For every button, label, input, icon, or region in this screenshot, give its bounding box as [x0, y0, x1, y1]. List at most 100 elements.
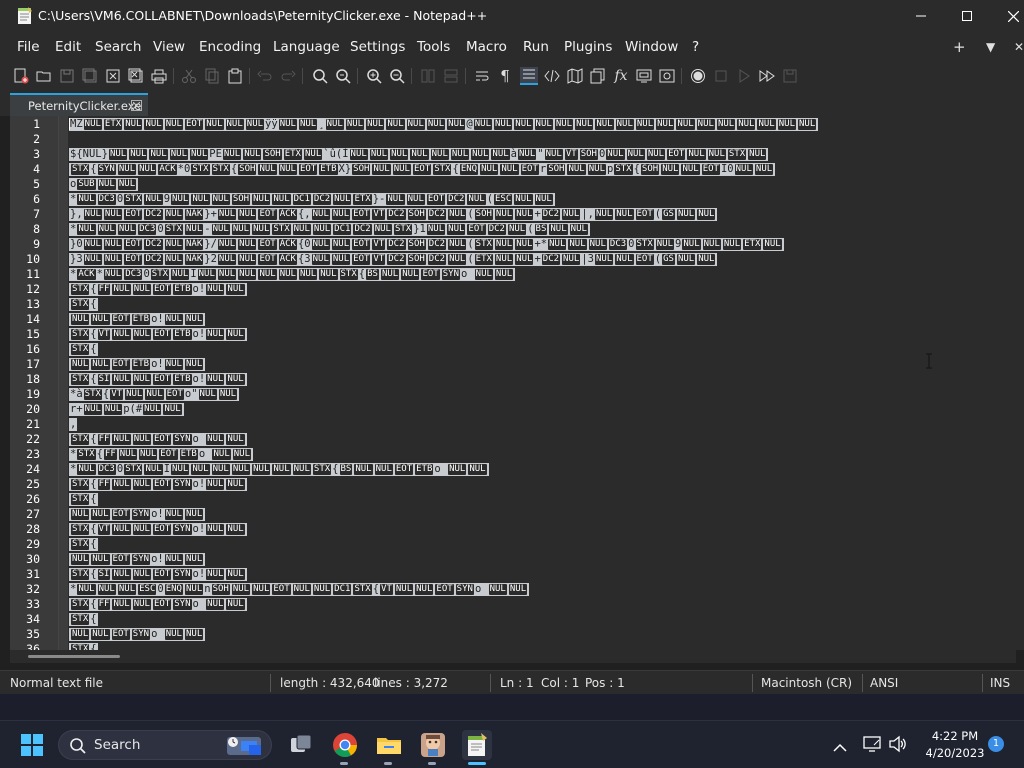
play-macro-icon[interactable]	[735, 67, 753, 85]
close-document-button[interactable]: ✕	[1014, 40, 1024, 54]
notification-badge[interactable]: 1	[988, 736, 1004, 752]
editor-area[interactable]: 1 MZ NUL ETX NUL NUL NUL EOT NUL NUL NUL ÿÿ NUL NUL ¸ N…	[10, 116, 1016, 650]
editor-line[interactable]: 27 NUL NUL EOT SYN o! NUL NUL	[10, 507, 1016, 522]
editor-line[interactable]: 4 STX{SYN NUL NUL ACK *0 STX STX{SOH NUL NUL EOT ET…	[10, 162, 1016, 177]
menu-tools[interactable]: Tools	[417, 39, 450, 55]
taskbar-search-box[interactable]: Search	[58, 730, 272, 760]
chrome-icon[interactable]	[331, 731, 359, 759]
status-insert-mode[interactable]: INS	[990, 676, 1010, 690]
file-explorer-icon[interactable]	[375, 731, 403, 759]
maximize-button[interactable]	[944, 0, 990, 32]
menu-run[interactable]: Run	[523, 39, 549, 55]
record-macro-icon[interactable]	[689, 67, 707, 85]
sync-vertical-icon[interactable]	[419, 67, 437, 85]
editor-line[interactable]: 33 STX{FF NUL NUL EOT SYN o NUL NUL	[10, 597, 1016, 612]
menu-search[interactable]: Search	[95, 39, 141, 55]
editor-line[interactable]: 19 *à STX{VT NUL NUL EOT o" NUL NUL	[10, 387, 1016, 402]
editor-line[interactable]: 2	[10, 132, 1016, 147]
function-list-icon[interactable]: fx	[612, 67, 630, 85]
document-list-icon[interactable]	[589, 67, 607, 85]
editor-line[interactable]: 35 NUL NUL EOT SYN o NUL NUL	[10, 627, 1016, 642]
zoom-in-icon[interactable]	[365, 67, 383, 85]
run-macro-multiple-icon[interactable]	[758, 67, 776, 85]
editor-line[interactable]: 18 STX{SI NUL NUL EOT ETB o! NUL NUL	[10, 372, 1016, 387]
folder-as-workspace-icon[interactable]	[658, 67, 676, 85]
task-view-icon[interactable]	[287, 731, 315, 759]
close-all-icon[interactable]	[127, 67, 145, 85]
undo-icon[interactable]	[256, 67, 274, 85]
zoom-out-icon[interactable]	[388, 67, 406, 85]
editor-line[interactable]: 22 STX{FF NUL NUL EOT SYN o NUL NUL	[10, 432, 1016, 447]
network-icon[interactable]	[863, 735, 881, 757]
editor-line[interactable]: 6 * NUL DC3 0 STX NUL 9 NUL NUL NUL SOH NUL NUL DC1 DC2…	[10, 192, 1016, 207]
editor-line[interactable]: 28 STX{VT NUL NUL EOT SYN o! NUL NUL	[10, 522, 1016, 537]
status-eol-format[interactable]: Macintosh (CR)	[761, 676, 852, 690]
stop-macro-icon[interactable]	[712, 67, 730, 85]
notepad-plus-plus-icon[interactable]	[462, 730, 492, 760]
sync-horizontal-icon[interactable]	[442, 67, 460, 85]
word-wrap-icon[interactable]	[473, 67, 491, 85]
status-encoding[interactable]: ANSI	[870, 676, 898, 690]
menu-settings[interactable]: Settings	[350, 39, 405, 55]
cut-icon[interactable]	[180, 67, 198, 85]
copy-icon[interactable]	[203, 67, 221, 85]
menu-window[interactable]: Window	[625, 39, 678, 55]
chevron-up-icon[interactable]	[833, 738, 847, 757]
editor-line[interactable]: 21,	[10, 417, 1016, 432]
menu-encoding[interactable]: Encoding	[199, 39, 261, 55]
paste-icon[interactable]	[226, 67, 244, 85]
editor-line[interactable]: 3 ${NUL} NUL NUL NUL NUL NUL PE NUL NUL SOH ETX NUL `…	[10, 147, 1016, 162]
tab-peternityclicker-exe[interactable]: PeternityClicker.exe	[10, 93, 148, 116]
open-file-icon[interactable]	[35, 67, 53, 85]
editor-line[interactable]: 9}0 NUL NUL EOT DC2 NUL NAK}/NUL NUL EOT ACK {0 NUL…	[10, 237, 1016, 252]
editor-line[interactable]: 34 STX{	[10, 612, 1016, 627]
editor-line[interactable]: 17 NUL NUL EOT ETB o! NUL NUL	[10, 357, 1016, 372]
taskbar-clock-time[interactable]: 4:22 PM	[926, 729, 984, 743]
horizontal-scrollbar-thumb[interactable]	[28, 655, 120, 658]
editor-line[interactable]: 24 * NUL DC3 0 STX NUL I NUL NUL NUL NUL NUL NUL NUL ST…	[10, 462, 1016, 477]
menu-edit[interactable]: Edit	[55, 39, 81, 55]
close-window-button[interactable]	[990, 0, 1024, 32]
windows-start-icon[interactable]	[18, 731, 46, 759]
save-macro-icon[interactable]	[781, 67, 799, 85]
editor-line[interactable]: 11 * ACK * NUL DC3 0 STX NUL I NUL NUL NUL NUL NUL NUL N…	[10, 267, 1016, 282]
menu-plugins[interactable]: Plugins	[564, 39, 612, 55]
redo-icon[interactable]	[279, 67, 297, 85]
menu-macro[interactable]: Macro	[466, 39, 507, 55]
menu-help[interactable]: ?	[692, 39, 699, 55]
volume-icon[interactable]	[888, 735, 908, 757]
taskbar-clock-date[interactable]: 4/20/2023	[921, 746, 989, 760]
monitoring-icon[interactable]	[635, 67, 653, 85]
editor-line[interactable]: 7}, NUL NUL EOT DC2 NUL NAK}+ NUL NUL EOT ACK {, NUL…	[10, 207, 1016, 222]
show-all-characters-icon[interactable]: ¶	[496, 67, 514, 85]
menu-view[interactable]: View	[153, 39, 185, 55]
editor-line[interactable]: 16 STX{	[10, 342, 1016, 357]
editor-line[interactable]: 1 MZ NUL ETX NUL NUL NUL EOT NUL NUL NUL ÿÿ NUL NUL ¸ N…	[10, 117, 1016, 132]
editor-line[interactable]: 20 r+ NUL NUL p(# NUL NUL	[10, 402, 1016, 417]
editor-line[interactable]: 8 * NUL NUL NUL DC3 0 STX NUL - NUL NUL NUL STX NUL NUL…	[10, 222, 1016, 237]
editor-line[interactable]: 12 STX{FF NUL NUL EOT ETB o! NUL NUL	[10, 282, 1016, 297]
editor-line[interactable]: 25 STX{FF NUL NUL EOT SYN o! NUL NUL	[10, 477, 1016, 492]
editor-line[interactable]: 30 NUL NUL EOT SYN o! NUL NUL	[10, 552, 1016, 567]
menu-language[interactable]: Language	[273, 39, 340, 55]
find-icon[interactable]	[311, 67, 329, 85]
print-icon[interactable]	[150, 67, 168, 85]
document-map-icon[interactable]	[566, 67, 584, 85]
tab-close-icon[interactable]	[131, 100, 142, 111]
add-tab-button[interactable]: +	[953, 38, 966, 56]
save-icon[interactable]	[58, 67, 76, 85]
new-file-icon[interactable]	[12, 67, 30, 85]
editor-line[interactable]: 5 o SUB NUL NUL	[10, 177, 1016, 192]
save-all-icon[interactable]	[81, 67, 99, 85]
editor-line[interactable]: 15 STX{VT NUL NUL EOT ETB o! NUL NUL	[10, 327, 1016, 342]
vertical-scrollbar[interactable]	[1016, 116, 1024, 650]
menu-file[interactable]: File	[17, 39, 40, 55]
xml-tags-icon[interactable]	[543, 67, 561, 85]
editor-line[interactable]: 29 STX{	[10, 537, 1016, 552]
horizontal-scrollbar[interactable]	[10, 650, 1016, 663]
editor-line[interactable]: 13 STX{	[10, 297, 1016, 312]
editor-line[interactable]: 23 * STX{FF NUL NUL EOT ETB o NUL NUL	[10, 447, 1016, 462]
editor-line[interactable]: 31 STX{SI NUL NUL EOT SYN o! NUL NUL	[10, 567, 1016, 582]
editor-line[interactable]: 10}3 NUL NUL EOT DC2 NUL NAK}2 NUL NUL EOT ACK {3 NU…	[10, 252, 1016, 267]
minimize-button[interactable]	[898, 0, 944, 32]
